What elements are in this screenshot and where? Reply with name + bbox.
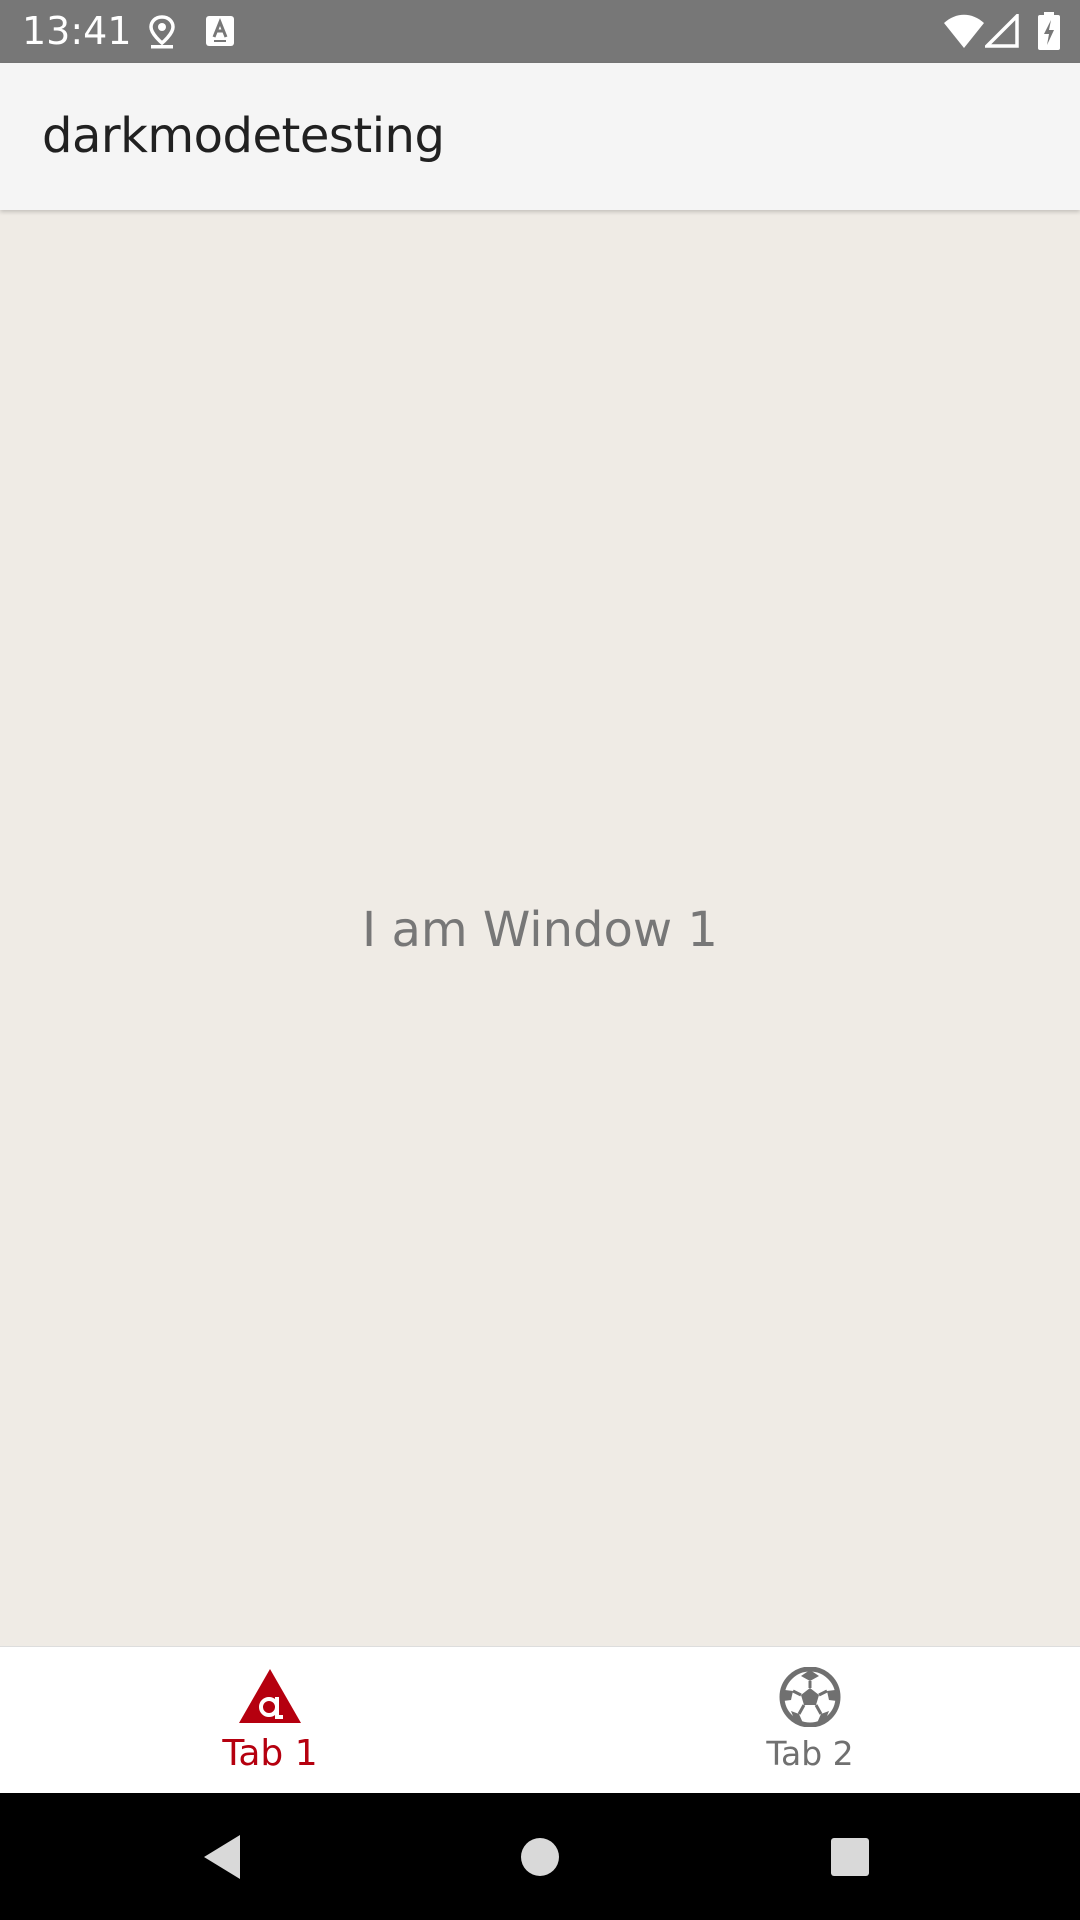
keyboard-a-icon: [206, 16, 234, 46]
navigation-bar: [0, 1793, 1080, 1920]
recents-icon[interactable]: [820, 1827, 880, 1887]
tab-2-label: Tab 2: [766, 1734, 854, 1773]
tab-1[interactable]: Tab 1: [0, 1647, 540, 1794]
wifi-icon: [944, 14, 984, 48]
location-icon: [146, 14, 178, 50]
app-title: darkmodetesting: [42, 108, 445, 164]
window-content: I am Window 1: [0, 210, 1080, 1646]
back-icon[interactable]: [194, 1827, 254, 1887]
cellular-signal-icon: [985, 14, 1019, 48]
appcelerator-logo-icon: [237, 1667, 303, 1727]
status-time: 13:41: [22, 9, 132, 53]
status-bar: 13:41: [0, 0, 1080, 63]
tab-bar: Tab 1 Tab 2: [0, 1646, 1080, 1793]
home-icon[interactable]: [510, 1827, 570, 1887]
tab-2[interactable]: Tab 2: [540, 1647, 1080, 1794]
battery-charging-icon: [1038, 12, 1060, 50]
window-label: I am Window 1: [362, 902, 718, 958]
screen: 13:41 darkmodetesting I am Window 1 Tab …: [0, 0, 1080, 1920]
app-bar: darkmodetesting: [0, 63, 1080, 210]
soccer-ball-icon: [777, 1667, 843, 1727]
tab-1-label: Tab 1: [222, 1733, 318, 1774]
